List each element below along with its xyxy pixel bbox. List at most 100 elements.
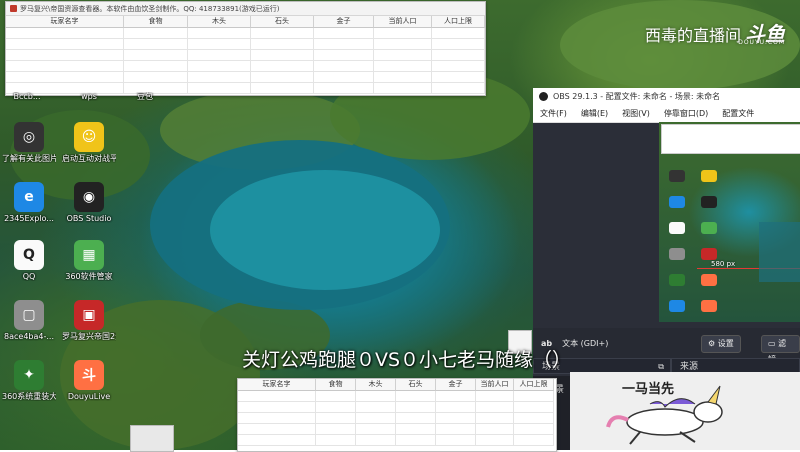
filters-button[interactable]: ▭ 滤镜 <box>761 335 800 364</box>
desktop-icon-label: 2345Explo... <box>4 214 54 223</box>
table-cell <box>238 435 316 446</box>
table-cell <box>374 28 432 39</box>
obs-menubar: 文件(F) 编辑(E) 视图(V) 停靠窗口(D) 配置文件 <box>533 105 800 123</box>
desktop-icon-label: DouyuLive <box>67 392 111 401</box>
desktop-icon[interactable]: Q QQ <box>2 240 56 281</box>
settings-button[interactable]: ⚙ 设置 <box>701 335 741 353</box>
table-cell <box>514 435 554 446</box>
table-cell <box>188 50 251 61</box>
lake-center <box>210 170 440 290</box>
desktop-icon[interactable]: 斗 DouyuLive <box>62 360 116 401</box>
desktop-icon[interactable]: ✦ 360系统重装大师 <box>2 360 56 401</box>
menu-profile[interactable]: 配置文件 <box>722 108 754 119</box>
column-header[interactable]: 玩家名字 <box>238 379 316 391</box>
obs-logo-icon <box>539 92 548 101</box>
table-cell <box>124 50 188 61</box>
table-cell <box>374 50 432 61</box>
table-cell <box>251 83 314 94</box>
menu-file[interactable]: 文件(F) <box>540 108 567 119</box>
table-cell <box>6 61 124 72</box>
obs-title: OBS 29.1.3 - 配置文件: 未命名 - 场景: 未命名 <box>553 92 721 101</box>
desktop-icon-label: 罗马复兴帝国2资源查看... <box>62 332 116 341</box>
column-header[interactable]: 食物 <box>124 16 188 28</box>
table-cell <box>6 39 124 50</box>
table-cell <box>374 83 432 94</box>
sources-dock-title: 来源 <box>680 362 699 372</box>
table-cell <box>314 39 374 50</box>
obs-preview[interactable]: 580 px <box>659 122 800 322</box>
table-cell <box>316 391 356 402</box>
desktop-icon[interactable]: ◎ 了解有关此图片的信息 <box>2 122 56 163</box>
mini-icon <box>669 248 685 260</box>
column-header[interactable]: 当前人口 <box>374 16 432 28</box>
window-title: 罗马复兴\帝国资源查看器。本软件由血饮圣剑制作。QQ: 418733891(游戏… <box>20 4 280 13</box>
obs-titlebar[interactable]: OBS 29.1.3 - 配置文件: 未命名 - 场景: 未命名 <box>533 88 800 105</box>
column-header[interactable]: 金子 <box>436 379 476 391</box>
resource-table: 玩家名字 食物 木头 石头 金子 当前人口 人口上限 <box>6 16 485 94</box>
mini-icon <box>701 248 717 260</box>
app-icon: ◉ <box>74 182 104 212</box>
preview-lake <box>759 222 800 282</box>
column-header[interactable]: 人口上限 <box>514 379 554 391</box>
app-icon: ☺ <box>74 122 104 152</box>
table-cell <box>514 391 554 402</box>
obs-source-toolbar: ab 文本 (GDI+) ⚙ 设置 ▭ 滤镜 <box>533 328 800 364</box>
desktop-tile <box>130 425 174 452</box>
column-header[interactable]: 人口上限 <box>432 16 485 28</box>
preview-table-window <box>661 124 800 154</box>
table-cell <box>356 424 396 435</box>
table-cell <box>188 28 251 39</box>
table-cell <box>251 39 314 50</box>
desktop-icon[interactable]: ▣ 罗马复兴帝国2资源查看... <box>62 300 116 341</box>
table-cell <box>316 424 356 435</box>
table-cell <box>238 413 316 424</box>
menu-docks[interactable]: 停靠窗口(D) <box>664 108 708 119</box>
table-cell <box>314 61 374 72</box>
column-header[interactable]: 当前人口 <box>476 379 514 391</box>
desktop-icon[interactable]: e 2345Explo... <box>2 182 56 223</box>
preview-size-label: 580 px <box>711 260 736 268</box>
table-cell <box>188 83 251 94</box>
desktop-icon[interactable]: Wwps <box>62 90 116 101</box>
desktop-icon[interactable]: BBccb... <box>0 90 54 101</box>
table-cell <box>251 61 314 72</box>
column-header[interactable]: 食物 <box>316 379 356 391</box>
table-cell <box>476 402 514 413</box>
table-cell <box>251 50 314 61</box>
table-cell <box>396 391 436 402</box>
desktop-icon[interactable]: ▢ 8ace4ba4-... <box>2 300 56 341</box>
menu-view[interactable]: 视图(V) <box>622 108 650 119</box>
column-header[interactable]: 金子 <box>314 16 374 28</box>
column-header[interactable]: 木头 <box>356 379 396 391</box>
gear-icon: ⚙ <box>708 339 718 348</box>
app-icon: Q <box>14 240 44 270</box>
filter-icon: ▭ <box>768 339 779 348</box>
menu-edit[interactable]: 编辑(E) <box>581 108 608 119</box>
table-cell <box>124 28 188 39</box>
column-header[interactable]: 石头 <box>251 16 314 28</box>
table-cell <box>432 50 485 61</box>
resource-viewer-window[interactable]: 罗马复兴\帝国资源查看器。本软件由血饮圣剑制作。QQ: 418733891(游戏… <box>5 1 486 96</box>
mini-icon <box>701 300 717 312</box>
table-cell <box>436 435 476 446</box>
app-icon: ▦ <box>74 240 104 270</box>
table-cell <box>432 83 485 94</box>
table-cell <box>188 39 251 50</box>
mini-icon <box>669 274 685 286</box>
desktop-icon[interactable]: ◉ OBS Studio <box>62 182 116 223</box>
app-icon: 斗 <box>74 360 104 390</box>
desktop-icon[interactable]: ☺ 启动互动对战平台 - 快捷... <box>62 122 116 163</box>
column-header[interactable]: 石头 <box>396 379 436 391</box>
mini-icon <box>669 300 685 312</box>
column-header[interactable]: 玩家名字 <box>6 16 124 28</box>
mini-icon <box>669 222 685 234</box>
window-titlebar[interactable]: 罗马复兴\帝国资源查看器。本软件由血饮圣剑制作。QQ: 418733891(游戏… <box>6 2 485 16</box>
table-cell <box>396 402 436 413</box>
desktop-icon[interactable]: 豆豆包 <box>118 90 172 101</box>
table-cell <box>316 413 356 424</box>
resource-viewer-window-2[interactable]: 玩家名字 食物 木头 石头 金子 当前人口 人口上限 <box>237 378 557 452</box>
column-header[interactable]: 木头 <box>188 16 251 28</box>
table-cell <box>432 72 485 83</box>
desktop-icon[interactable]: ▦ 360软件管家 <box>62 240 116 281</box>
table-cell <box>432 39 485 50</box>
